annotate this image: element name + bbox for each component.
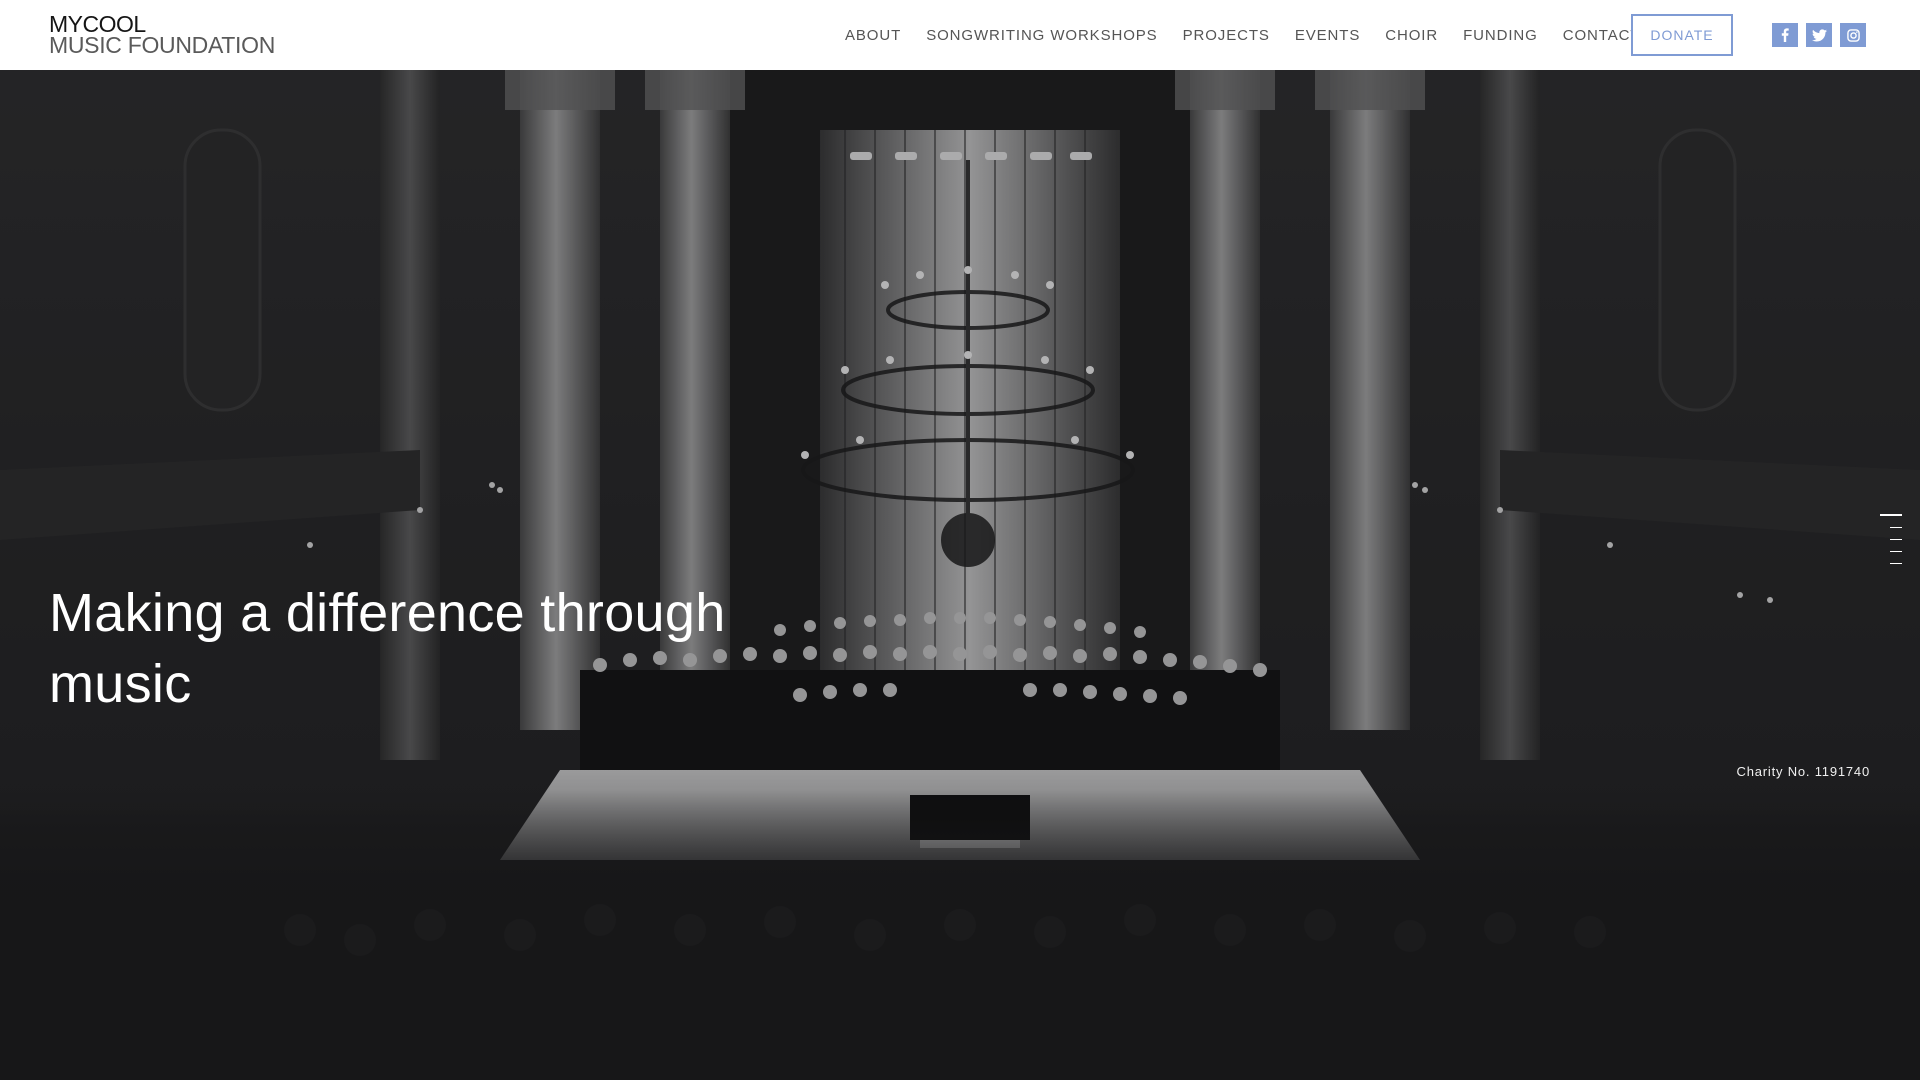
nav-contact[interactable]: CONTACT	[1563, 27, 1641, 44]
nav-about[interactable]: ABOUT	[845, 27, 901, 44]
slide-dot-5[interactable]	[1890, 563, 1902, 564]
slide-dot-4[interactable]	[1890, 551, 1902, 552]
hero-section: Making a difference through music Charit…	[0, 70, 1920, 1080]
social-links	[1772, 23, 1874, 47]
facebook-icon[interactable]	[1772, 23, 1798, 47]
slide-dot-1[interactable]	[1880, 514, 1902, 516]
nav-projects[interactable]: PROJECTS	[1183, 27, 1270, 44]
site-header: MYCOOL MUSIC FOUNDATION ABOUT SONGWRITIN…	[0, 0, 1920, 70]
nav-events[interactable]: EVENTS	[1295, 27, 1360, 44]
donate-button[interactable]: DONATE	[1631, 14, 1733, 56]
logo-line-2: MUSIC FOUNDATION	[49, 32, 276, 58]
slide-dot-2[interactable]	[1890, 527, 1902, 528]
charity-number: Charity No. 1191740	[1736, 764, 1870, 779]
twitter-icon[interactable]	[1806, 23, 1832, 47]
nav-songwriting-workshops[interactable]: SONGWRITING WORKSHOPS	[926, 27, 1157, 44]
instagram-icon[interactable]	[1840, 23, 1866, 47]
slide-dot-3[interactable]	[1890, 539, 1902, 540]
hero-background-image	[0, 70, 1920, 1080]
nav-funding[interactable]: FUNDING	[1463, 27, 1538, 44]
nav-choir[interactable]: CHOIR	[1385, 27, 1438, 44]
main-nav: ABOUT SONGWRITING WORKSHOPS PROJECTS EVE…	[845, 0, 1665, 70]
slide-indicator	[1880, 514, 1902, 575]
site-logo[interactable]: MYCOOL MUSIC FOUNDATION	[49, 13, 276, 58]
hero-title: Making a difference through music	[49, 583, 726, 714]
